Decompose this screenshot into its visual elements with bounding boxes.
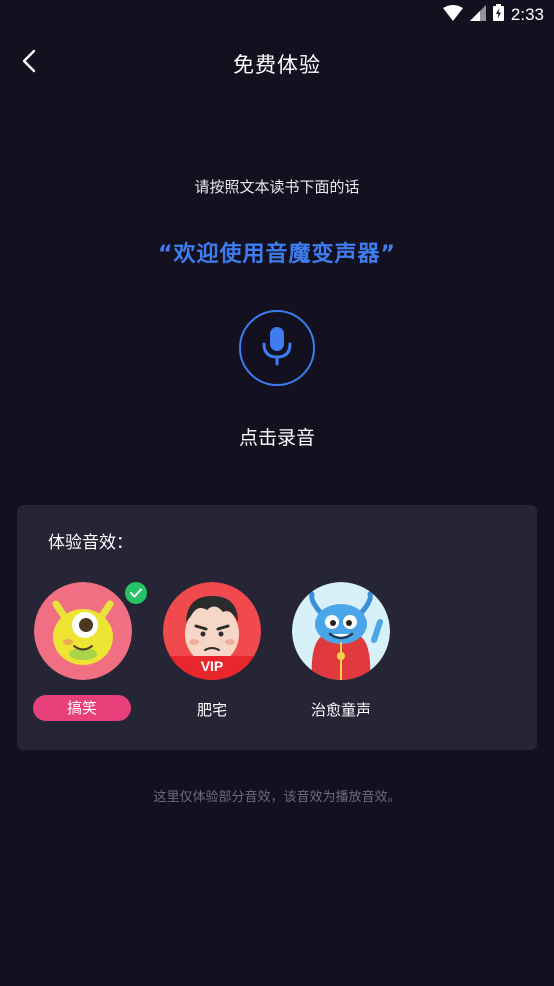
effects-card: 体验音效： 搞笑 VIP 肥宅 治愈童声 — [17, 505, 537, 750]
status-icons: 2:33 — [442, 4, 544, 25]
check-icon — [125, 582, 147, 604]
vip-badge: VIP — [200, 658, 224, 674]
status-bar: 2:33 — [0, 0, 554, 30]
footnote: 这里仅体验部分音效，该音效为播放音效。 — [153, 790, 401, 805]
reading-quote: “欢迎使用音魔变声器” — [158, 242, 396, 267]
page-title: 免费体验 — [233, 53, 321, 77]
record-label: 点击录音 — [238, 427, 315, 449]
instruction-text: 请按照文本读书下面的话 — [194, 178, 360, 196]
effect-funny[interactable]: 搞笑 — [33, 582, 147, 732]
screen: 2:33 免费体验 请按照文本读书下面的话 “欢迎使用音魔变声器” 点击录音 体… — [0, 0, 554, 986]
effect-label-otaku: 肥宅 — [196, 701, 227, 719]
otaku-boy-avatar: VIP — [163, 582, 261, 680]
battery-charging-icon — [492, 4, 504, 25]
effect-label-funny: 搞笑 — [33, 695, 131, 721]
microphone-icon — [262, 326, 292, 370]
signal-icon — [469, 4, 486, 25]
funny-monster-avatar — [34, 582, 132, 680]
effect-otaku[interactable]: VIP 肥宅 — [162, 582, 262, 732]
blue-monster-avatar — [292, 582, 390, 680]
top-bar: 免费体验 — [0, 38, 554, 88]
effect-label-child-voice: 治愈童声 — [310, 701, 371, 719]
record-button[interactable] — [239, 310, 315, 386]
wifi-icon — [442, 4, 463, 25]
effect-child-voice[interactable]: 治愈童声 — [291, 582, 391, 732]
effects-title: 体验音效： — [48, 533, 133, 553]
status-time: 2:33 — [510, 4, 544, 24]
